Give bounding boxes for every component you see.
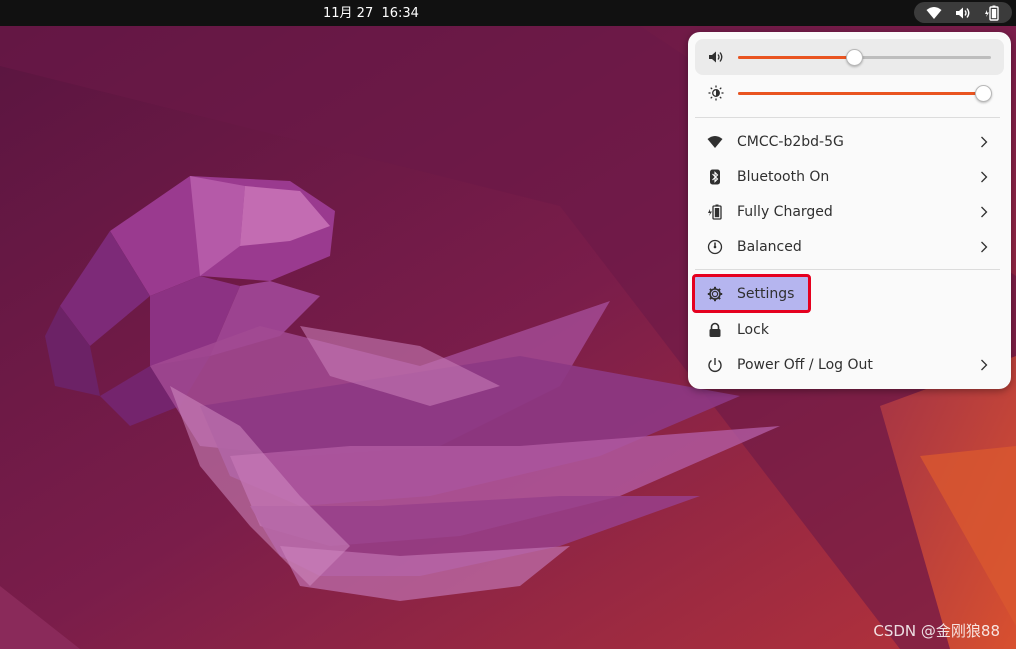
brightness-slider[interactable] [738,85,993,102]
volume-slider-fill [738,56,855,59]
volume-slider-handle[interactable] [846,49,864,66]
power-mode-item[interactable]: Balanced [695,230,1004,263]
lock-label: Lock [737,321,769,338]
brightness-slider-fill [738,92,984,95]
chevron-right-icon [981,359,988,371]
brightness-slider-handle[interactable] [975,85,993,102]
watermark: CSDN @金刚狼88 [873,622,1000,640]
power-icon [708,357,722,372]
power-mode-label: Balanced [737,238,802,255]
battery-icon [984,5,999,21]
power-mode-icon [707,239,723,254]
chevron-right-icon [981,136,988,148]
settings-label: Settings [737,285,795,302]
brightness-slider-row [695,75,1004,111]
bluetooth-item[interactable]: Bluetooth On [695,160,1004,193]
volume-slider[interactable] [738,49,991,66]
bluetooth-icon [710,169,720,184]
chevron-right-icon [981,206,988,218]
system-tray[interactable] [914,2,1012,23]
chevron-right-icon [981,171,988,183]
quick-settings-menu: CMCC-b2bd-5G Bluetooth On Fully Charged [688,32,1011,389]
network-label: CMCC-b2bd-5G [737,133,844,150]
volume-icon [955,7,970,18]
settings-item[interactable]: Settings [692,274,811,313]
power-off-label: Power Off / Log Out [737,356,873,373]
chevron-right-icon [981,241,988,253]
network-item[interactable]: CMCC-b2bd-5G [695,125,1004,158]
volume-slider-row [695,39,1004,75]
brightness-icon [708,85,724,101]
battery-item[interactable]: Fully Charged [695,195,1004,228]
battery-icon [708,204,722,220]
bluetooth-label: Bluetooth On [737,168,830,185]
menu-separator [695,269,1000,270]
settings-icon [707,286,723,301]
lock-item[interactable]: Lock [695,313,1004,346]
volume-icon [709,51,723,63]
battery-label: Fully Charged [737,203,833,220]
wifi-icon [926,6,942,19]
power-off-item[interactable]: Power Off / Log Out [695,348,1004,381]
lock-icon [709,322,721,337]
menu-separator [695,117,1000,118]
top-bar: 11月 27 16:34 [0,0,1016,26]
clock[interactable]: 11月 27 16:34 [323,0,419,26]
wifi-icon [707,135,723,148]
